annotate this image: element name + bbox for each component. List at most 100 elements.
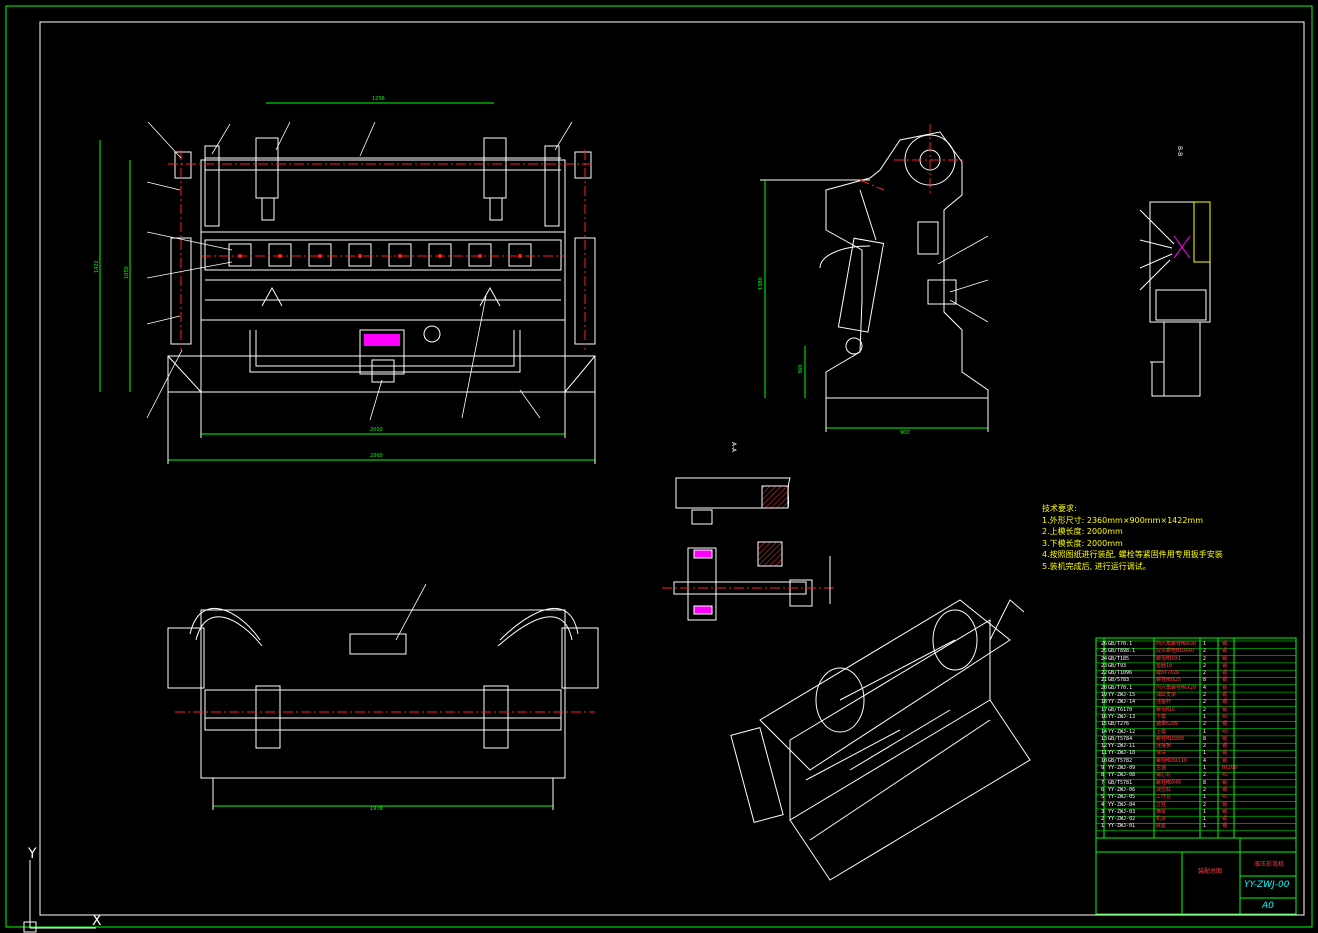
dim-top-view-width: 1978: [370, 806, 383, 812]
bom-material: 45: [1222, 794, 1229, 801]
bom-part-code: GB/T70.1: [1108, 641, 1133, 647]
bom-part-code: YY-ZWJ-09: [1108, 765, 1136, 772]
bom-part-code: YY-ZWJ-01: [1108, 823, 1136, 830]
bom-part-code: GB/5783: [1108, 677, 1130, 684]
bom-part-code: YY-ZWJ-12: [1108, 728, 1136, 735]
bom-quantity: 1: [1203, 713, 1207, 720]
bom-quantity: 2: [1203, 706, 1207, 713]
bom-quantity: 2: [1203, 721, 1207, 728]
front-view-leaders: [146, 121, 573, 421]
bom-material: HT200: [1222, 765, 1238, 772]
bom-material: 钢: [1222, 823, 1228, 830]
bom-quantity: 2: [1203, 692, 1207, 699]
bom-material: 钢: [1222, 801, 1228, 808]
tech-line: 4.按照图纸进行装配, 螺栓等紧固件用专用扳手安装: [1042, 550, 1223, 559]
bom-part-name: 底座: [1156, 823, 1167, 830]
bom-material: 45: [1222, 728, 1229, 735]
bom-part-code: YY-ZWJ-05: [1108, 794, 1136, 801]
bom-part-code: GB/T5784: [1108, 735, 1133, 742]
bom-item-number: 5: [1101, 794, 1105, 801]
bom-quantity: 2: [1203, 786, 1207, 793]
tech-heading: 技术要求:: [1042, 504, 1077, 513]
section-bb-view: [1139, 201, 1211, 397]
bom-quantity: 8: [1203, 779, 1207, 786]
bom-part-code: GB/T5782: [1108, 757, 1133, 764]
bom-part-code: GB/T93: [1108, 662, 1127, 669]
side-view-centerline: [859, 124, 966, 196]
bom-part-name: 工作台: [1156, 794, 1172, 801]
bom-part-code: GB/T1096: [1108, 670, 1133, 677]
bom-part-name: 立柱: [1156, 801, 1167, 808]
bom-quantity: 2: [1203, 670, 1207, 677]
bom-part-name: 螺栓M8X45: [1156, 779, 1182, 786]
bom-item-number: 13: [1101, 735, 1108, 742]
bom-item-number: 9: [1101, 765, 1105, 772]
dim-side-foot: 360: [798, 364, 804, 374]
bom-quantity: 1: [1203, 641, 1207, 647]
dim-front-bottom-outer: 2360: [370, 453, 383, 459]
bom-quantity: 4: [1203, 684, 1207, 691]
dim-side-height: 1380: [758, 277, 764, 290]
bom-item-number: 23: [1101, 662, 1108, 669]
bom-part-code: YY-ZWJ-06: [1108, 786, 1136, 793]
bom-item-number: 19: [1101, 692, 1108, 699]
bom-part-code: GB/T898.1: [1108, 648, 1136, 655]
bom-part-code: YY-ZWJ-08: [1108, 772, 1136, 779]
isometric-view: [730, 599, 1031, 881]
bom-item-number: 1: [1101, 823, 1105, 830]
bom-part-code: YY-ZWJ-15: [1108, 692, 1136, 699]
section-bb-label: B-B: [1176, 146, 1183, 156]
tech-line: 1.外形尺寸: 2360mm×900mm×1422mm: [1042, 515, 1204, 525]
bom-part-name: 上模: [1156, 728, 1167, 735]
bom-quantity: 1: [1203, 765, 1207, 772]
bom-quantity: 4: [1203, 757, 1207, 764]
bom-part-name: 双头螺栓M10X40: [1156, 648, 1195, 655]
bom-item-number: 12: [1101, 743, 1108, 750]
tech-line: 3.下模长度: 2000mm: [1042, 538, 1123, 548]
section-aa-label: A-A: [730, 442, 737, 453]
bom-material: 45: [1222, 772, 1229, 779]
bom-quantity: 1: [1203, 808, 1207, 815]
bom-material: 钢: [1222, 677, 1228, 684]
top-view: [167, 607, 599, 810]
bom-item-number: 26: [1101, 641, 1108, 647]
bom-part-code: YY-ZWJ-02: [1108, 816, 1136, 823]
bom-item-number: 15: [1101, 721, 1108, 728]
bom-part-code: YY-ZWJ-10: [1108, 750, 1136, 757]
tech-line: 2.上模长度: 2000mm: [1042, 527, 1123, 536]
bom-part-code: YY-ZWJ-11: [1108, 743, 1136, 750]
bom-item-number: 22: [1101, 670, 1108, 677]
bom-quantity: 2: [1203, 662, 1207, 669]
bom-material: 钢: [1222, 757, 1228, 764]
bom-part-code: GB/T5781: [1108, 779, 1133, 786]
bom-item-number: 2: [1101, 816, 1105, 823]
dim-front-top: 1256: [372, 96, 385, 102]
bom-quantity: 2: [1203, 743, 1207, 750]
drawing-code: YY-ZWJ-00: [1244, 880, 1290, 890]
ucs-axis-indicator: [23, 860, 96, 933]
bom-item-number: 16: [1101, 713, 1108, 720]
bom-material: 钢: [1222, 684, 1228, 691]
drawing-name: 液压折弯机: [1254, 861, 1285, 868]
assembly-label: 装配总图: [1198, 868, 1223, 875]
bom-quantity: 1: [1203, 823, 1207, 830]
bom-quantity: 1: [1203, 816, 1207, 823]
bom-part-name: 内六角螺栓M6X20: [1156, 684, 1197, 691]
bom-material: 钢: [1222, 750, 1228, 757]
bom-part-name: 螺栓M20X110: [1156, 757, 1188, 764]
bom-quantity: 8: [1203, 677, 1207, 684]
bom-item-number: 4: [1101, 801, 1105, 808]
bom-item-number: 11: [1101, 750, 1108, 757]
bom-item-number: 20: [1101, 684, 1108, 691]
side-view: [760, 131, 989, 432]
bom-part-code: YY-ZWJ-04: [1108, 801, 1136, 808]
sheet-size: A0: [1262, 901, 1274, 911]
bom-quantity: 2: [1203, 699, 1207, 706]
bom-item-number: 7: [1101, 779, 1105, 786]
side-view-leaders: [937, 235, 989, 323]
bom-part-name: 螺母M16: [1156, 706, 1176, 713]
bom-part-code: GB/T70.1: [1108, 684, 1133, 691]
bom-item-number: 14: [1101, 728, 1108, 735]
bom-item-number: 21: [1101, 677, 1108, 684]
bom-quantity: 8: [1203, 735, 1207, 742]
